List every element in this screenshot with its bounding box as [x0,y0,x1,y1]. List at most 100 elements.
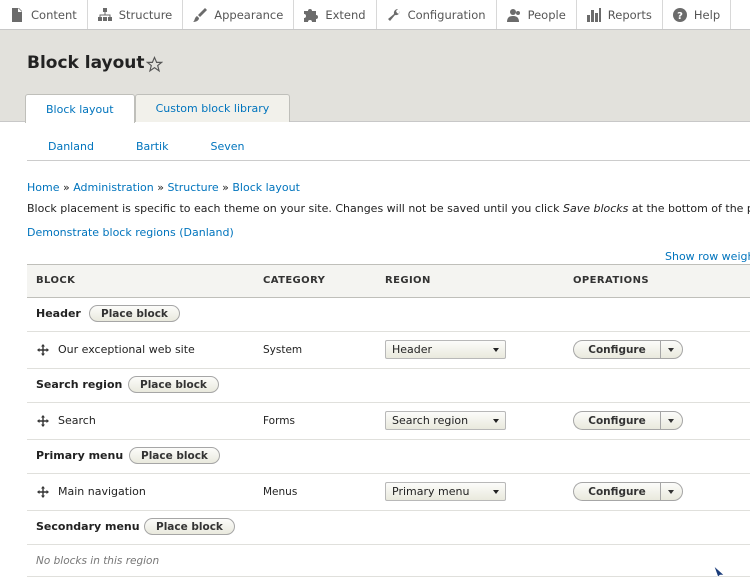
region-select[interactable]: Search region [385,411,506,430]
table-header: BLOCK CATEGORY REGION OPERATIONS [27,264,750,298]
region-title: Primary menu [36,449,124,462]
page-header: Block layout Block layout Custom block l… [0,30,750,123]
operations-dropbutton: Configure [573,340,683,359]
toolbar-item-extend[interactable]: Extend [294,0,377,29]
configure-button[interactable]: Configure [573,340,660,359]
block-table: BLOCK CATEGORY REGION OPERATIONS Header … [27,264,750,577]
configure-button[interactable]: Configure [573,482,660,501]
region-row-search: Search region Place block [27,369,750,403]
breadcrumb-home[interactable]: Home [27,181,59,194]
demonstrate-regions-link[interactable]: Demonstrate block regions (Danland) [27,226,234,239]
people-icon [506,8,520,22]
star-icon[interactable] [146,56,163,73]
place-block-button[interactable]: Place block [89,305,180,322]
tab-custom-block-library[interactable]: Custom block library [134,94,291,122]
operations-dropbutton: Configure [573,482,683,501]
region-select-value: Primary menu [392,485,470,498]
chevron-down-icon [493,419,499,423]
primary-tabs: Block layout Custom block library [25,94,291,123]
region-row-secondary-menu: Secondary menu Place block [27,511,750,545]
region-title: Secondary menu [36,520,140,533]
bar-chart-icon [586,7,601,22]
page-description: Block placement is specific to each them… [27,202,750,215]
block-name: Our exceptional web site [58,343,195,356]
toolbar-label: Content [31,7,77,22]
description-text-end: at the bottom of the page. [631,202,750,215]
operations-dropbutton: Configure [573,411,683,430]
region-select-value: Header [392,343,433,356]
toolbar-item-people[interactable]: People [497,0,577,29]
structure-icon [97,7,112,21]
breadcrumb-structure[interactable]: Structure [167,181,218,194]
toolbar-label: Appearance [214,7,284,22]
place-block-button[interactable]: Place block [128,376,219,393]
operations-toggle[interactable] [660,411,683,430]
region-row-header: Header Place block [27,298,750,332]
toolbar-item-appearance[interactable]: Appearance [183,0,295,29]
drag-handle-icon[interactable] [37,344,49,356]
region-title: Search region [36,378,123,391]
toolbar-label: Help [693,7,721,22]
table-row: Main navigation Menus Primary menu Confi… [27,474,750,511]
table-row: Our exceptional web site System Header C… [27,332,750,369]
operations-toggle[interactable] [660,340,683,359]
header-region: REGION [385,275,431,286]
svg-text:?: ? [677,11,683,22]
puzzle-icon [304,8,319,22]
table-row: Search Forms Search region Configure [27,403,750,440]
tab-danland[interactable]: Danland [27,134,115,160]
tab-bartik[interactable]: Bartik [115,134,190,160]
drag-handle-icon[interactable] [37,486,49,498]
chevron-down-icon [668,419,674,423]
block-name: Main navigation [58,485,146,498]
region-title: Header [36,307,81,320]
tab-seven[interactable]: Seven [190,134,266,160]
empty-region-text: No blocks in this region [36,555,160,567]
page-title: Block layout [27,53,145,73]
chevron-down-icon [668,348,674,352]
region-row-primary-menu: Primary menu Place block [27,440,750,474]
chevron-down-icon [493,490,499,494]
toolbar-item-help[interactable]: ? Help [663,0,732,29]
header-category: CATEGORY [263,275,326,286]
configure-button[interactable]: Configure [573,411,660,430]
operations-toggle[interactable] [660,482,683,501]
toolbar-item-reports[interactable]: Reports [577,0,663,29]
toolbar-label: Extend [325,7,366,22]
theme-tabs: Danland Bartik Seven [27,134,750,161]
empty-region-row: No blocks in this region [27,545,750,577]
mouse-cursor-icon [713,566,725,577]
toolbar-item-structure[interactable]: Structure [88,0,184,29]
toolbar-item-content[interactable]: Content [0,0,88,29]
chevron-down-icon [668,490,674,494]
toolbar-label: Reports [607,7,652,22]
block-name: Search [58,414,96,427]
tab-block-layout[interactable]: Block layout [25,94,135,123]
paintbrush-icon [193,7,208,22]
place-block-button[interactable]: Place block [144,518,235,535]
region-select-value: Search region [392,414,469,427]
chevron-down-icon [493,348,499,352]
breadcrumb: Home » Administration » Structure » Bloc… [27,181,300,194]
description-emphasis: Save blocks [562,202,629,215]
place-block-button[interactable]: Place block [129,447,220,464]
toolbar-label: People [527,7,566,22]
region-select[interactable]: Header [385,340,506,359]
block-category: System [263,344,303,356]
header-operations: OPERATIONS [573,275,649,286]
drag-handle-icon[interactable] [37,415,49,427]
block-category: Forms [263,415,295,427]
admin-toolbar: Content Structure Appearance Extend Conf… [0,0,750,30]
block-category: Menus [263,486,298,498]
region-select[interactable]: Primary menu [385,482,506,501]
description-text: Block placement is specific to each them… [27,202,563,215]
toolbar-label: Configuration [407,7,486,22]
help-icon: ? [672,7,687,22]
header-block: BLOCK [36,275,76,286]
show-row-weights-link[interactable]: Show row weights [665,250,750,263]
breadcrumb-block-layout[interactable]: Block layout [232,181,300,194]
toolbar-item-configuration[interactable]: Configuration [377,0,497,29]
file-icon [12,7,22,22]
toolbar-label: Structure [118,7,173,22]
breadcrumb-administration[interactable]: Administration [73,181,154,194]
